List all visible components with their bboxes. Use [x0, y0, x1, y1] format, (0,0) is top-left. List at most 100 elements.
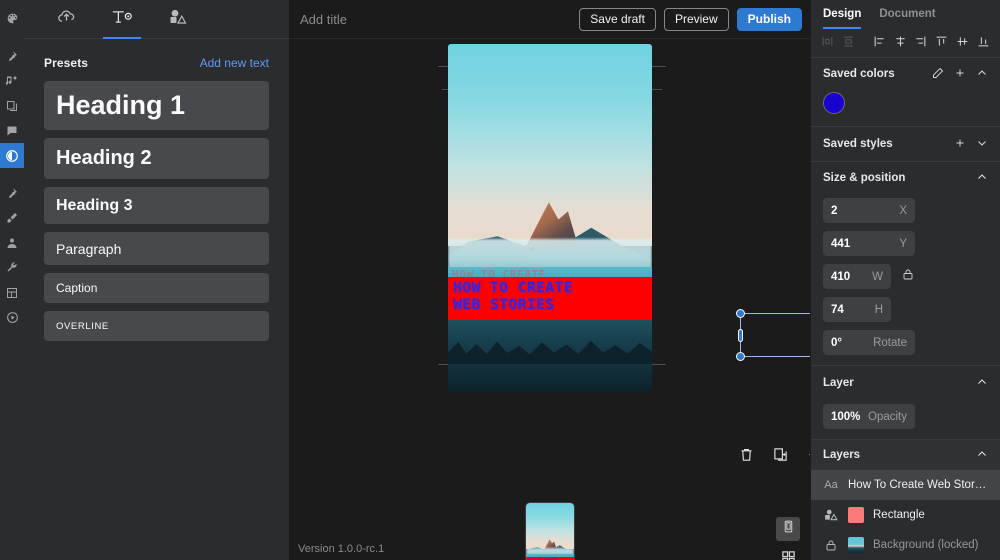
lock-icon [823, 539, 839, 552]
layer-row-rectangle[interactable]: Rectangle [811, 500, 1000, 530]
tab-shapes[interactable] [150, 0, 206, 39]
story-text-line-2: WEB STORIES [453, 297, 555, 313]
lock-icon [902, 268, 914, 286]
preset-heading-2[interactable]: Heading 2 [44, 138, 269, 179]
single-page-view-button[interactable] [776, 517, 800, 541]
align-bottom-button[interactable] [973, 33, 994, 55]
library-body: Presets Add new text Heading 1 Heading 2… [24, 39, 289, 349]
rail-item-audio[interactable] [0, 68, 24, 93]
add-style-icon[interactable] [954, 137, 966, 152]
opacity-label: Opacity [868, 410, 907, 423]
text-t-icon [111, 8, 133, 31]
layers-title: Layers [823, 449, 861, 461]
page-thumbnail-1[interactable]: HOW TO CREATE WEB STORIES [526, 503, 574, 560]
layer-image-chip [848, 537, 864, 553]
rail-item-pages[interactable] [0, 93, 24, 118]
height-input[interactable]: 74 H [823, 297, 891, 322]
publish-button[interactable]: Publish [736, 7, 802, 31]
distribute-horizontal-button[interactable] [817, 33, 838, 55]
rail-item-sticker[interactable] [0, 180, 24, 205]
selection-handle-bottom-left[interactable] [736, 352, 745, 361]
y-position-input[interactable]: 441 Y [823, 231, 915, 256]
rail-item-comments[interactable] [0, 118, 24, 143]
rail-item-design-palette[interactable] [0, 6, 24, 31]
preset-caption[interactable]: Caption [44, 273, 269, 303]
y-label: Y [899, 237, 907, 250]
chevron-up-icon[interactable] [976, 376, 988, 391]
tab-upload[interactable] [38, 0, 94, 39]
save-draft-button[interactable]: Save draft [579, 7, 656, 31]
layers-header: Layers [811, 440, 1000, 470]
rail-item-paint[interactable] [0, 205, 24, 230]
chevron-down-icon[interactable] [976, 137, 988, 152]
layout-icon [6, 287, 18, 299]
h-label: H [874, 303, 883, 316]
layer-row-background[interactable]: Background (locked) [811, 530, 1000, 560]
distribute-vertical-button[interactable] [838, 33, 859, 55]
x-position-input[interactable]: 2 X [823, 198, 915, 223]
tab-design[interactable]: Design [823, 8, 862, 29]
rail-item-pin[interactable] [0, 43, 24, 68]
rail-item-templates[interactable] [0, 280, 24, 305]
view-mode-switcher [776, 517, 800, 560]
align-right-button[interactable] [910, 33, 931, 55]
edit-pencil-icon[interactable] [932, 67, 944, 82]
wrench-icon [6, 261, 18, 274]
story-text-element[interactable]: HOW TO CREATE WEB STORIES [453, 280, 649, 314]
aspect-ratio-lock-button[interactable] [899, 268, 917, 286]
opacity-input[interactable]: 100% Opacity [823, 404, 915, 429]
shapes-icon [169, 8, 187, 31]
tab-text[interactable] [94, 0, 150, 39]
preset-heading-3[interactable]: Heading 3 [44, 187, 269, 224]
chevron-up-icon[interactable] [976, 67, 988, 82]
layer-color-chip [848, 507, 864, 523]
tab-document[interactable]: Document [879, 8, 935, 29]
align-center-vertical-button[interactable] [952, 33, 973, 55]
color-swatch[interactable] [823, 92, 845, 114]
layer-name-text: How To Create Web Stories [848, 479, 988, 491]
delete-page-button[interactable] [736, 447, 756, 467]
saved-colors-section: Saved colors [811, 58, 1000, 127]
selection-handle-mid-left[interactable] [738, 329, 743, 342]
preview-button[interactable]: Preview [663, 7, 729, 31]
person-icon [6, 237, 18, 249]
story-text-line-1: HOW TO CREATE [453, 280, 573, 296]
add-new-text-link[interactable]: Add new text [200, 56, 269, 70]
music-icon [6, 75, 18, 87]
add-color-icon[interactable] [954, 67, 966, 82]
saved-styles-header: Saved styles [823, 127, 988, 161]
text-aa-icon: Aa [824, 479, 838, 491]
rotate-input[interactable]: 0° Rotate [823, 330, 915, 355]
align-top-button[interactable] [931, 33, 952, 55]
duplicate-page-button[interactable] [770, 447, 790, 467]
story-title-input[interactable]: Add title [300, 12, 571, 27]
alignment-toolbar [811, 30, 1000, 58]
preset-paragraph[interactable]: Paragraph [44, 232, 269, 265]
rail-item-media[interactable] [0, 143, 24, 168]
trash-icon [739, 447, 754, 467]
grid-view-button[interactable] [776, 548, 800, 560]
align-center-horizontal-button[interactable] [890, 33, 911, 55]
saved-colors-swatches [823, 90, 988, 126]
size-position-fields: 2 X 441 Y 410 W 74 H 0° Rotate [823, 194, 988, 365]
distribute-horizontal-icon [821, 35, 834, 53]
width-input[interactable]: 410 W [823, 264, 891, 289]
rail-item-account[interactable] [0, 230, 24, 255]
layer-row-text[interactable]: Aa How To Create Web Stories [811, 470, 1000, 500]
selection-handle-top-left[interactable] [736, 309, 745, 318]
align-top-icon [935, 35, 948, 53]
chevron-up-icon[interactable] [976, 171, 988, 186]
upload-cloud-icon [57, 7, 76, 31]
preset-heading-1[interactable]: Heading 1 [44, 81, 269, 130]
canvas-area[interactable]: HOW TO CREATE HOW TO CREATE WEB STORIES [290, 39, 941, 560]
story-editor-app: Presets Add new text Heading 1 Heading 2… [0, 0, 1000, 560]
story-page-canvas[interactable]: HOW TO CREATE HOW TO CREATE WEB STORIES [448, 44, 652, 392]
rail-item-animation[interactable] [0, 305, 24, 330]
align-left-button[interactable] [869, 33, 890, 55]
preset-overline[interactable]: OVERLINE [44, 311, 269, 341]
rail-item-settings[interactable] [0, 255, 24, 280]
chevron-up-icon[interactable] [976, 448, 988, 463]
play-icon [6, 311, 19, 324]
design-panel-tabs: Design Document [811, 0, 1000, 30]
w-value: 410 [831, 270, 851, 283]
